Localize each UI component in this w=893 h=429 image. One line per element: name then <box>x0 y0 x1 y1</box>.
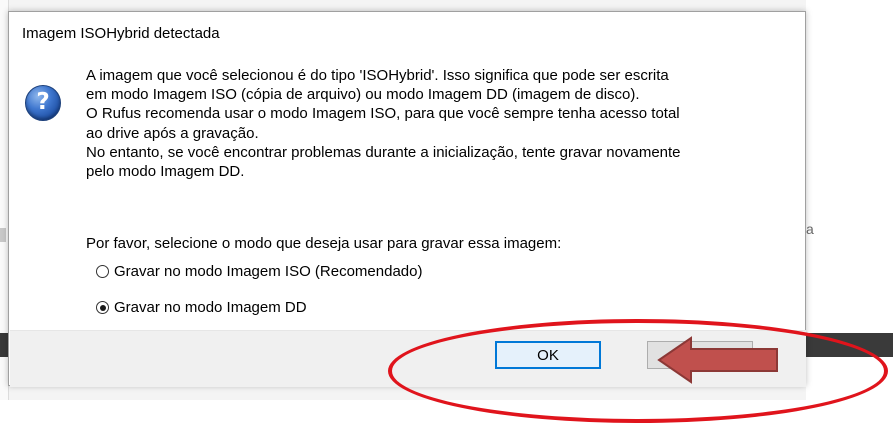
radio-iso-label[interactable]: Gravar no modo Imagem ISO (Recomendado) <box>114 263 422 280</box>
radio-iso[interactable] <box>96 265 109 278</box>
question-icon-glyph: ? <box>36 89 50 115</box>
background-left-tick <box>0 228 6 242</box>
background-right-text: a <box>806 221 814 237</box>
dialog-message: A imagem que você selecionou é do tipo '… <box>86 66 796 181</box>
highlight-ellipse <box>388 319 888 423</box>
message-line: A imagem que você selecionou é do tipo '… <box>86 67 669 84</box>
radio-dd-label[interactable]: Gravar no modo Imagem DD <box>114 299 307 316</box>
radio-option-iso[interactable]: Gravar no modo Imagem ISO (Recomendado) <box>96 263 422 280</box>
message-line: ao drive após a gravação. <box>86 124 259 142</box>
message-line: em modo Imagem ISO (cópia de arquivo) ou… <box>86 86 640 104</box>
radio-option-dd[interactable]: Gravar no modo Imagem DD <box>96 299 307 316</box>
radio-dd[interactable] <box>96 301 109 314</box>
dialog-title: Imagem ISOHybrid detectada <box>22 25 220 42</box>
mode-prompt: Por favor, selecione o modo que deseja u… <box>86 235 562 252</box>
question-icon: ? <box>25 85 61 121</box>
left-arrow-icon <box>657 336 778 384</box>
background-left-bar <box>0 333 8 357</box>
message-line: pelo modo Imagem DD. <box>86 163 245 181</box>
message-line: O Rufus recomenda usar o modo Imagem ISO… <box>86 105 680 123</box>
message-line: No entanto, se você encontrar problemas … <box>86 143 681 161</box>
